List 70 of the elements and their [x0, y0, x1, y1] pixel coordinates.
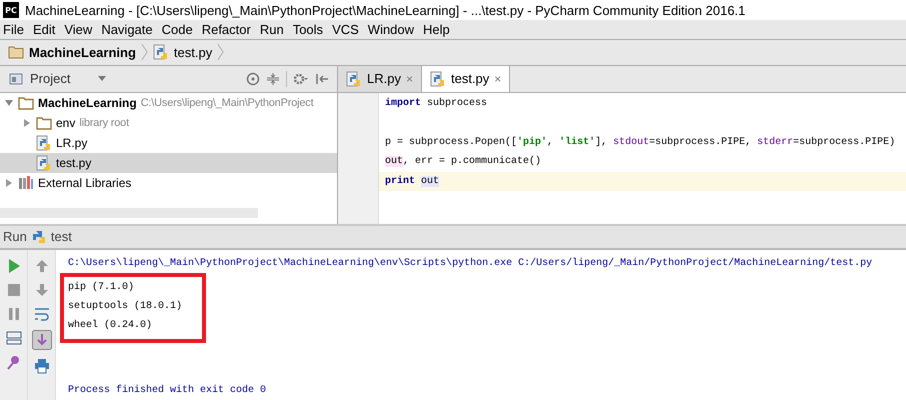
project-icon — [8, 70, 24, 87]
tree-row[interactable]: LR.py — [0, 132, 337, 153]
code-line: p = subprocess.Popen(['pip', 'list'], stdout=subprocess.PIPE, stderr=subprocess.PIPE) — [385, 136, 896, 148]
menu-item[interactable]: File — [3, 22, 24, 37]
close-icon[interactable]: × — [494, 72, 502, 86]
menu-item[interactable]: Help — [423, 22, 450, 37]
console-line: setuptools (18.0.1) — [68, 301, 182, 312]
folder-icon — [8, 44, 24, 60]
breadcrumb[interactable]: MachineLearning — [29, 44, 136, 60]
tree-item-label: env — [56, 116, 76, 130]
layout-icon[interactable] — [6, 330, 22, 346]
locate-icon[interactable] — [246, 72, 260, 86]
up-arrow-icon[interactable] — [34, 258, 50, 274]
code-line: import subprocess — [385, 98, 488, 109]
chevron-icon — [140, 43, 148, 62]
menu-item[interactable]: Run — [260, 22, 284, 37]
run-config-label: test — [50, 229, 72, 244]
python-icon — [30, 228, 47, 245]
menu-item[interactable]: View — [64, 22, 92, 37]
chevron-icon — [217, 43, 224, 62]
editor-tab[interactable]: LR.py × — [338, 66, 422, 92]
console-line: pip (7.1.0) — [68, 282, 134, 293]
down-arrow-icon[interactable] — [34, 282, 50, 298]
menu-item[interactable]: Refactor — [202, 22, 251, 37]
code-line: out, err = p.communicate() — [385, 156, 542, 168]
folder-icon — [18, 94, 34, 111]
panel-title[interactable]: Project — [30, 71, 70, 86]
tree-item-label: LR.py — [56, 136, 88, 150]
console-line: Process finished with exit code 0 — [68, 385, 266, 396]
expand-arrow-icon[interactable] — [4, 178, 14, 188]
breadcrumb[interactable]: test.py — [174, 44, 212, 60]
code-line: print out — [385, 176, 440, 187]
python-file-icon — [152, 44, 169, 60]
tree-row[interactable]: env library root — [0, 112, 337, 133]
app-logo-icon: PC — [3, 2, 19, 18]
expand-arrow-icon[interactable] — [22, 118, 32, 128]
print-icon[interactable] — [34, 358, 50, 374]
tree-item-label: MachineLearning — [38, 96, 137, 110]
menu-item[interactable]: Tools — [292, 22, 324, 37]
tree-item-hint: C:\Users\lipeng\_Main\PythonProject — [140, 96, 314, 109]
tree-item-hint: library root — [79, 116, 129, 129]
tree-row[interactable]: MachineLearning C:\Users\lipeng\_Main\PythonProject — [0, 92, 337, 113]
libraries-icon — [18, 174, 34, 191]
python-file-icon — [430, 70, 446, 87]
python-file-icon — [36, 154, 52, 171]
tree-row[interactable]: External Libraries — [0, 172, 337, 193]
panel-title[interactable]: Run — [3, 229, 27, 244]
menu-item[interactable]: Navigate — [101, 22, 153, 37]
editor-tab[interactable]: test.py × — [422, 66, 510, 92]
collapse-icon[interactable] — [266, 72, 280, 86]
hide-panel-icon[interactable] — [315, 72, 329, 86]
menu-item[interactable]: Code — [162, 22, 193, 37]
expand-arrow-icon[interactable] — [4, 98, 14, 108]
tree-item-label: External Libraries — [38, 176, 132, 190]
soft-wrap-icon[interactable] — [34, 306, 50, 322]
pin-icon[interactable] — [6, 354, 22, 370]
menu-item[interactable]: VCS — [332, 22, 359, 37]
tree-row[interactable]: test.py — [0, 152, 337, 173]
console-line: wheel (0.24.0) — [68, 320, 152, 331]
folder-icon — [36, 114, 52, 131]
python-file-icon — [346, 70, 362, 87]
scroll-to-end-icon[interactable] — [32, 330, 52, 350]
menu-item[interactable]: Edit — [32, 22, 56, 37]
caret-icon[interactable] — [98, 76, 106, 82]
console-line: C:\Users\lipeng\_Main\PythonProject\MachineLearning\env\Scripts\python.exe C:/Users/lipeng/_Main/PythonProject/MachineLearning/test.py — [68, 258, 872, 269]
menu-item[interactable]: Window — [368, 22, 414, 37]
python-file-icon — [36, 134, 52, 151]
tree-item-label: test.py — [56, 156, 92, 170]
window-title: MachineLearning - [C:\Users\lipeng\_Main\PythonProject\MachineLearning] - ...\test.py - PyCharm Community Edition 2016.1 — [25, 2, 746, 18]
stop-icon[interactable] — [6, 282, 22, 298]
